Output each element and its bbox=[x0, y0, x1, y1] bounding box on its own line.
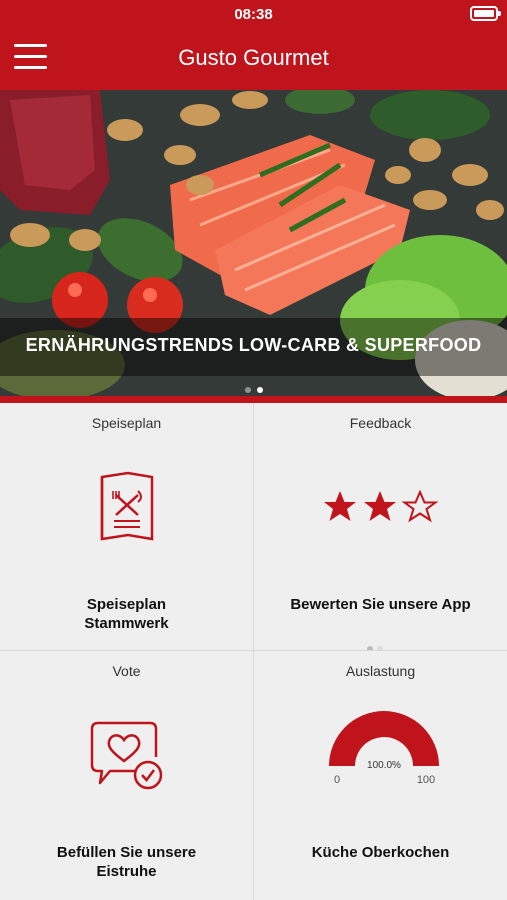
banner-dot-active[interactable] bbox=[256, 387, 263, 393]
tile-caption-line2: Eistruhe bbox=[96, 863, 157, 880]
banner-page-indicator[interactable] bbox=[0, 380, 507, 396]
tile-divider-vertical bbox=[253, 403, 254, 900]
status-bar: 08:38 bbox=[0, 0, 507, 28]
tile-label: Speiseplan bbox=[91, 415, 162, 431]
battery-icon bbox=[470, 6, 501, 21]
tile-caption: Speiseplan Stammwerk bbox=[0, 595, 253, 633]
tile-divider-horizontal bbox=[0, 650, 507, 651]
app-title: Gusto Gourmet bbox=[178, 45, 329, 70]
tile-label: Vote bbox=[112, 663, 141, 679]
tile-vote[interactable]: Vote Befüllen Sie unsere Eistruhe bbox=[0, 651, 253, 898]
tile-label: Feedback bbox=[349, 415, 412, 431]
tile-caption-line2: Stammwerk bbox=[84, 615, 169, 632]
star-icon bbox=[324, 491, 356, 521]
tile-label: Auslastung bbox=[345, 663, 416, 679]
tile-caption: Befüllen Sie unsere Eistruhe bbox=[0, 843, 253, 881]
star-rating bbox=[324, 489, 438, 523]
gauge-min: 0 bbox=[334, 774, 340, 786]
gauge-fill bbox=[329, 711, 439, 766]
gauge-max: 100 bbox=[417, 774, 435, 786]
menu-card-icon bbox=[100, 471, 154, 541]
star-icon bbox=[401, 489, 438, 523]
heart-chat-icon bbox=[90, 721, 163, 790]
status-time: 08:38 bbox=[234, 6, 273, 23]
banner-dot[interactable] bbox=[244, 387, 251, 393]
tile-feedback[interactable]: Feedback Bewerten Sie unsere App bbox=[254, 403, 507, 650]
news-banner[interactable]: ERNÄHRUNGSTRENDS LOW-CARB & SUPERFOOD bbox=[0, 90, 507, 396]
tile-caption: Küche Oberkochen bbox=[311, 844, 450, 861]
star-icon bbox=[364, 491, 396, 521]
tile-caption-line1: Speiseplan bbox=[86, 596, 167, 613]
tile-caption-line1: Befüllen Sie unsere bbox=[56, 844, 197, 861]
gauge-value: 100.0% bbox=[367, 760, 401, 771]
tile-auslastung[interactable]: Auslastung 100.0% 0 100 Küche Oberkochen bbox=[254, 651, 507, 898]
tile-speiseplan[interactable]: Speiseplan Speiseplan Stammwerk bbox=[0, 403, 253, 650]
banner-divider bbox=[0, 396, 507, 403]
banner-caption: ERNÄHRUNGSTRENDS LOW-CARB & SUPERFOOD bbox=[25, 335, 482, 355]
app-bar: Gusto Gourmet bbox=[0, 28, 507, 90]
tile-caption: Bewerten Sie unsere App bbox=[290, 596, 471, 613]
gauge-icon: 100.0% 0 100 bbox=[329, 711, 439, 786]
